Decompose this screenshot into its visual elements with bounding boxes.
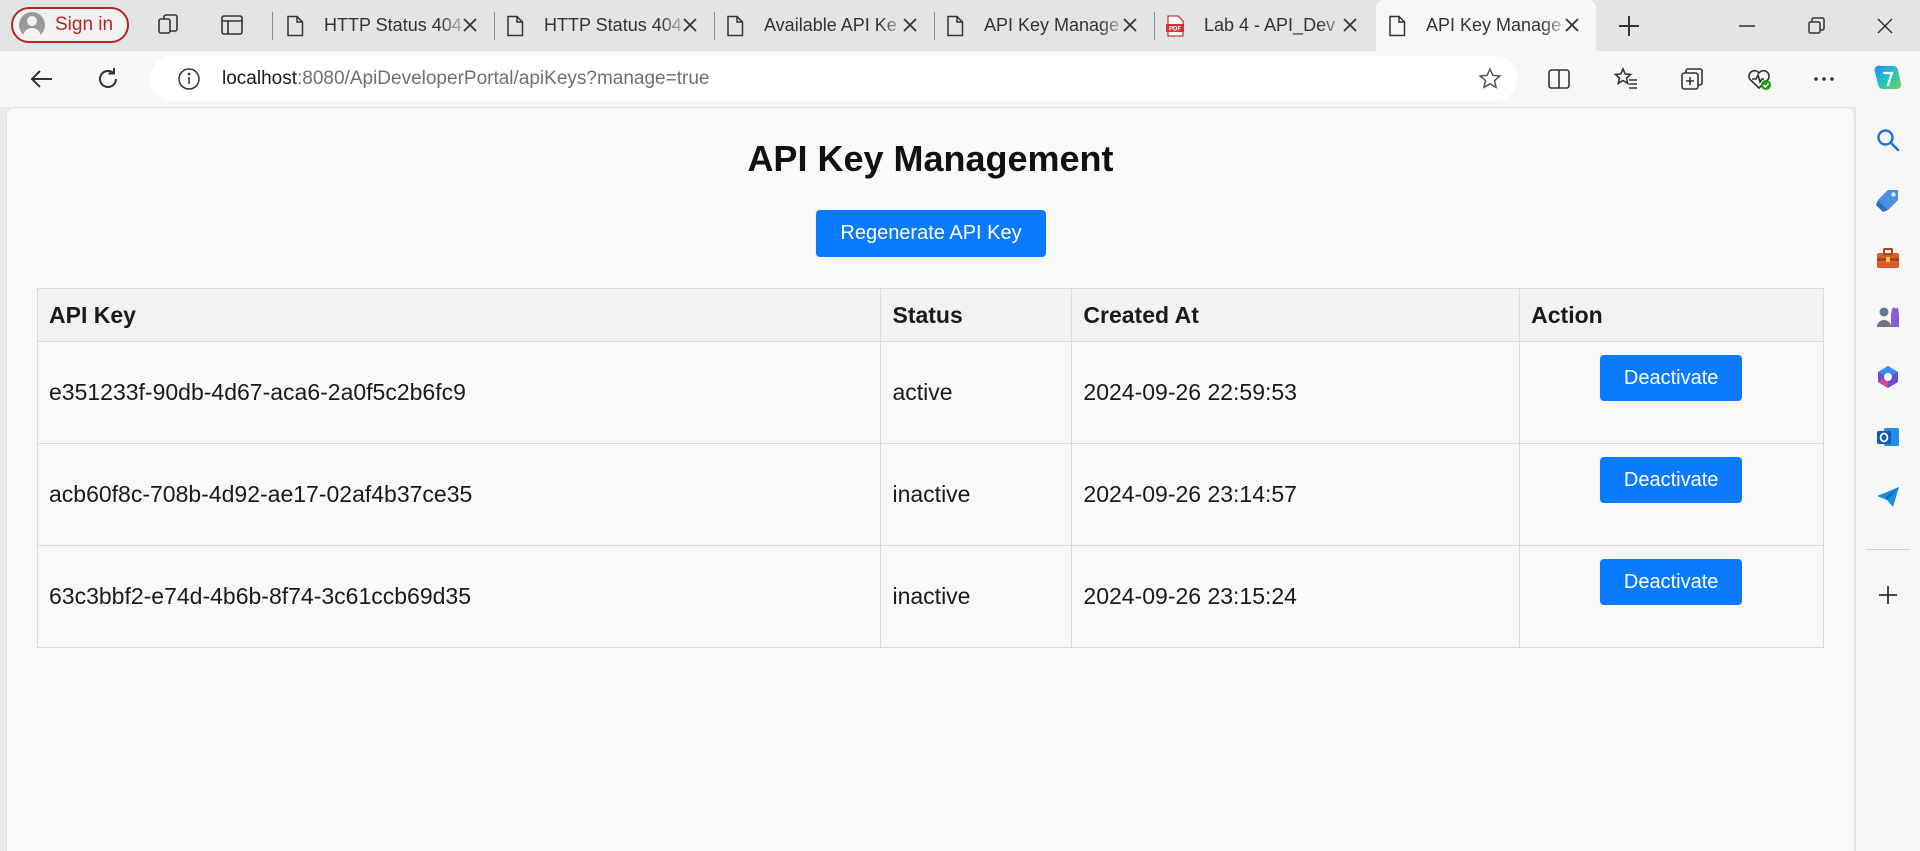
tab-title: API Key Manage [1426,15,1562,35]
close-icon[interactable] [680,15,700,35]
tab-title: API Key Manage [984,15,1120,35]
profile-button[interactable]: Sign in [11,7,129,43]
search-icon[interactable] [1874,126,1902,154]
action-cell: Deactivate [1519,443,1824,546]
deactivate-button[interactable]: Deactivate [1600,559,1743,605]
refresh-icon[interactable] [93,64,123,94]
page-icon [947,15,964,36]
outlook-icon[interactable] [1874,423,1902,451]
action-cell: Deactivate [1519,341,1824,444]
restore-icon[interactable] [1803,13,1829,39]
profile-label: Sign in [55,14,114,35]
minimize-icon[interactable] [1734,13,1760,39]
table-row: acb60f8c-708b-4d92-ae17-02af4b37ce35 ina… [36,443,1824,546]
pdf-icon: PDF [1166,14,1184,37]
created-at-cell: 2024-09-26 22:59:53 [1071,341,1521,444]
action-cell: Deactivate [1519,545,1824,648]
tab-lab4-pdf[interactable]: PDF Lab 4 - API_Dev [1154,0,1374,51]
browser-essentials-icon[interactable] [1745,65,1773,93]
page-viewport: API Key Management Regenerate API Key AP… [6,107,1855,851]
page-icon [507,15,524,36]
tab-available-api-keys[interactable]: Available API Ke [714,0,934,51]
microsoft-365-icon[interactable] [1874,363,1902,391]
sidebar-divider [1866,549,1910,550]
close-icon[interactable] [1562,15,1582,35]
copilot-icon[interactable] [1871,62,1905,96]
tab-strip: Sign in HTTP Status 404 HTTP Status 404 [0,0,1920,51]
close-icon[interactable] [900,15,920,35]
workspaces-icon[interactable] [156,12,182,38]
avatar-icon [19,12,45,38]
tab-title: Available API Ke [764,15,897,35]
header-api-key: API Key [36,288,882,342]
header-action: Action [1519,288,1824,342]
tab-api-key-management-active[interactable]: API Key Manage [1376,0,1596,51]
created-at-cell: 2024-09-26 23:15:24 [1071,545,1521,648]
site-info-icon[interactable] [176,66,202,92]
page-icon [287,15,304,36]
url-text[interactable]: localhost:8080/ApiDeveloperPortal/apiKey… [222,68,709,90]
url-path: :8080/ApiDeveloperPortal/apiKeys?manage=… [297,67,710,89]
back-icon[interactable] [27,64,57,94]
created-at-cell: 2024-09-26 23:14:57 [1071,443,1521,546]
collections-icon[interactable] [1678,65,1706,93]
new-tab-icon[interactable] [1616,13,1642,39]
tab-separator [272,12,273,40]
shopping-tag-icon[interactable] [1874,186,1902,214]
pdf-badge: PDF [1169,26,1181,32]
deactivate-button[interactable]: Deactivate [1600,457,1743,503]
header-status: Status [880,288,1073,342]
status-cell: active [880,341,1073,444]
tab-actions-icon[interactable] [219,12,245,38]
close-icon[interactable] [1120,15,1140,35]
status-cell: inactive [880,545,1073,648]
address-bar[interactable]: localhost:8080/ApiDeveloperPortal/apiKey… [150,56,1517,101]
status-cell: inactive [880,443,1073,546]
close-icon[interactable] [460,15,480,35]
edge-sidebar [1856,107,1920,851]
api-key-cell: 63c3bbf2-e74d-4b6b-8f74-3c61ccb69d35 [36,545,882,648]
close-icon[interactable] [1340,15,1360,35]
page-icon [727,15,744,36]
table-row: 63c3bbf2-e74d-4b6b-8f74-3c61ccb69d35 ina… [36,545,1824,648]
tab-http-status-404-1[interactable]: HTTP Status 404 [274,0,494,51]
api-keys-table: API Key Status Created At Action e351233… [36,288,1824,648]
tab-title: HTTP Status 404 [324,15,462,35]
table-header-row: API Key Status Created At Action [36,288,1824,342]
favorite-star-icon[interactable] [1477,66,1503,92]
regenerate-api-key-button[interactable]: Regenerate API Key [816,210,1046,257]
more-options-icon[interactable] [1810,65,1838,93]
page-title: API Key Management [747,138,1114,179]
api-key-cell: acb60f8c-708b-4d92-ae17-02af4b37ce35 [36,443,882,546]
tab-http-status-404-2[interactable]: HTTP Status 404 [494,0,714,51]
api-key-cell: e351233f-90db-4d67-aca6-2a0f5c2b6fc9 [36,341,882,444]
drop-send-icon[interactable] [1874,483,1902,511]
games-icon[interactable] [1874,303,1902,331]
split-screen-icon[interactable] [1545,65,1573,93]
header-created-at: Created At [1071,288,1521,342]
page-icon [1389,15,1406,36]
favorites-icon[interactable] [1612,65,1640,93]
deactivate-button[interactable]: Deactivate [1600,355,1743,401]
tab-api-key-management-1[interactable]: API Key Manage [934,0,1154,51]
tab-title: Lab 4 - API_Dev [1204,15,1336,35]
url-host: localhost [222,67,297,89]
tab-title: HTTP Status 404 [544,15,682,35]
browser-toolbar: localhost:8080/ApiDeveloperPortal/apiKey… [0,51,1920,107]
add-sidebar-app-icon[interactable] [1874,581,1902,609]
close-window-icon[interactable] [1872,13,1898,39]
tools-icon[interactable] [1874,244,1902,272]
table-row: e351233f-90db-4d67-aca6-2a0f5c2b6fc9 act… [36,341,1824,444]
